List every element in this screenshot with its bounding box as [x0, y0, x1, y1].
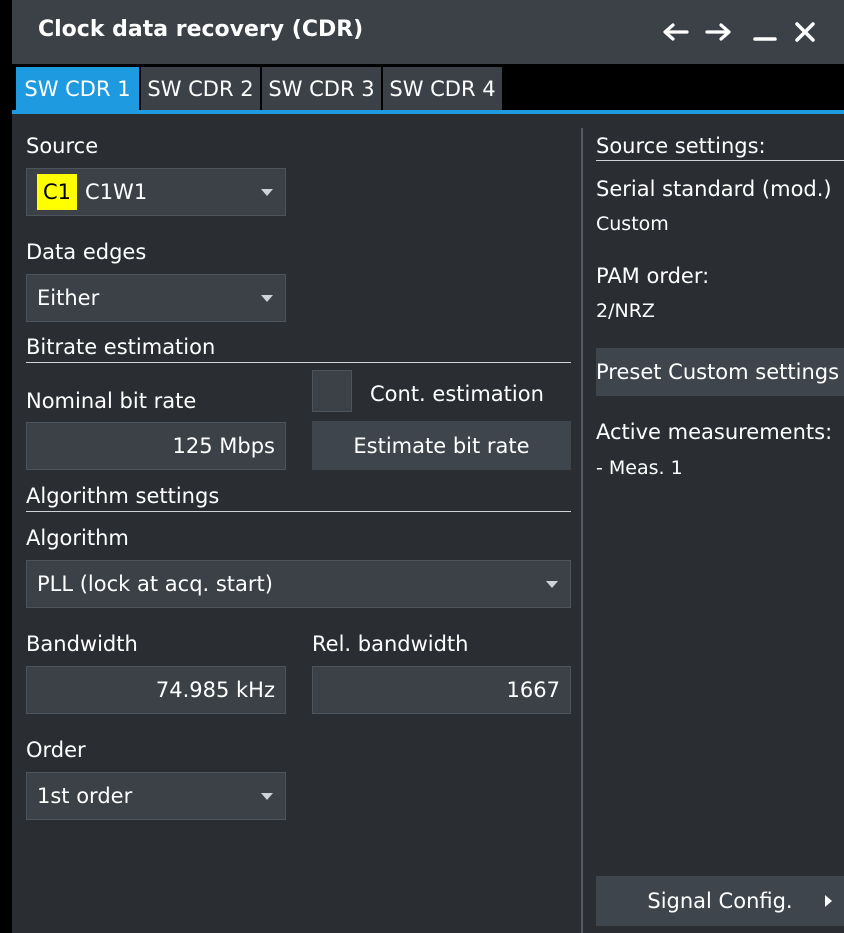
column-separator [581, 128, 583, 933]
triangle-right-icon [825, 895, 832, 907]
preset-button-label: Preset Custom settings [596, 360, 840, 384]
cdr-dialog: Clock data recovery (CDR) SW CDR 1 SW CD… [12, 0, 844, 933]
serial-standard-value: Custom [596, 213, 669, 235]
source-value: C1W1 [85, 180, 148, 204]
source-label: Source [26, 134, 99, 158]
close-icon[interactable] [788, 14, 822, 50]
signal-config-label: Signal Config. [647, 889, 793, 913]
section-divider [596, 160, 844, 161]
bandwidth-input[interactable]: 74.985 kHz [26, 666, 286, 714]
data-edges-value: Either [37, 286, 100, 310]
section-divider [26, 362, 571, 363]
tab-sw-cdr-1[interactable]: SW CDR 1 [16, 67, 139, 110]
window-title: Clock data recovery (CDR) [38, 17, 364, 42]
minimize-icon[interactable] [748, 14, 782, 50]
active-measurements-label: Active measurements: [596, 420, 833, 444]
estimate-bit-rate-button[interactable]: Estimate bit rate [312, 421, 571, 470]
rel-bandwidth-label: Rel. bandwidth [312, 632, 469, 656]
rel-bandwidth-input[interactable]: 1667 [312, 666, 571, 714]
source-settings-panel: Source settings: Serial standard (mod.) … [596, 127, 844, 687]
algorithm-value: PLL (lock at acq. start) [37, 572, 273, 596]
title-bar[interactable]: Clock data recovery (CDR) [12, 0, 844, 64]
data-edges-label: Data edges [26, 240, 147, 264]
algorithm-label: Algorithm [26, 526, 129, 550]
arrow-left-icon[interactable] [658, 14, 692, 50]
chevron-down-icon [261, 295, 273, 302]
bitrate-estimation-heading: Bitrate estimation [26, 335, 216, 359]
bandwidth-label: Bandwidth [26, 632, 138, 656]
order-label: Order [26, 738, 86, 762]
active-measurements-value: - Meas. 1 [596, 457, 683, 479]
cont-estimation-checkbox[interactable] [312, 370, 352, 412]
nominal-bit-rate-input[interactable]: 125 Mbps [26, 422, 286, 470]
source-dropdown[interactable]: C1 C1W1 [26, 168, 286, 216]
nominal-bit-rate-label: Nominal bit rate [26, 389, 197, 413]
chevron-down-icon [261, 793, 273, 800]
algorithm-settings-heading: Algorithm settings [26, 484, 220, 508]
tab-sw-cdr-4[interactable]: SW CDR 4 [383, 67, 502, 110]
algorithm-dropdown[interactable]: PLL (lock at acq. start) [26, 560, 571, 608]
tab-sw-cdr-3[interactable]: SW CDR 3 [262, 67, 381, 110]
pam-order-label: PAM order: [596, 264, 710, 288]
channel-badge: C1 [37, 174, 78, 210]
order-dropdown[interactable]: 1st order [26, 772, 286, 820]
chevron-down-icon [546, 581, 558, 588]
pam-order-value: 2/NRZ [596, 300, 655, 322]
order-value: 1st order [37, 784, 133, 808]
tab-sw-cdr-2[interactable]: SW CDR 2 [141, 67, 260, 110]
preset-custom-settings-button[interactable]: Preset Custom settings [596, 348, 844, 396]
serial-standard-label: Serial standard (mod.) [596, 177, 832, 201]
data-edges-dropdown[interactable]: Either [26, 274, 286, 322]
source-settings-heading: Source settings: [596, 134, 766, 158]
section-divider [26, 511, 571, 512]
arrow-right-icon[interactable] [702, 14, 736, 50]
signal-config-button[interactable]: Signal Config. [596, 876, 844, 926]
cont-estimation-label: Cont. estimation [370, 382, 544, 406]
chevron-down-icon [261, 189, 273, 196]
